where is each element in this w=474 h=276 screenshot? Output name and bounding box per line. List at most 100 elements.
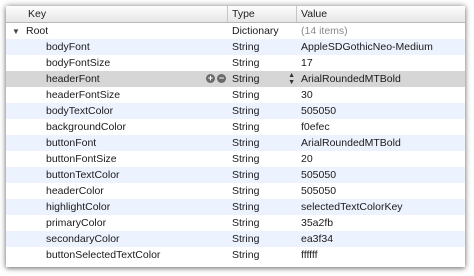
key-cell[interactable]: highlightColor — [6, 199, 228, 215]
key-cell[interactable]: headerFont + − — [6, 71, 228, 87]
value-cell[interactable]: ffffff — [297, 247, 465, 263]
value-cell[interactable]: ArialRoundedMTBold — [297, 71, 465, 87]
value-cell[interactable]: 505050 — [297, 183, 465, 199]
type-cell[interactable]: String ▲ ▼ — [228, 71, 297, 87]
key-label: buttonFont — [46, 137, 97, 149]
type-label: String — [232, 185, 260, 197]
column-header-key[interactable]: Key — [6, 6, 228, 22]
row-actions: + − — [206, 74, 226, 83]
type-label: String — [232, 169, 260, 181]
type-label: String — [232, 217, 260, 229]
key-label: headerColor — [46, 185, 104, 197]
key-cell[interactable]: headerColor — [6, 183, 228, 199]
key-label: bodyTextColor — [46, 105, 114, 117]
value-cell[interactable]: f0efec — [297, 119, 465, 135]
key-cell[interactable]: secondaryColor — [6, 231, 228, 247]
type-cell[interactable]: String — [228, 103, 297, 119]
plist-row[interactable]: bodyFontSize String 17 — [6, 55, 465, 71]
key-label: buttonTextColor — [46, 169, 120, 181]
type-cell[interactable]: String — [228, 183, 297, 199]
value-cell[interactable]: ea3f34 — [297, 231, 465, 247]
key-label: buttonFontSize — [46, 153, 117, 165]
value-cell[interactable]: 30 — [297, 87, 465, 103]
key-cell[interactable]: bodyFont — [6, 39, 228, 55]
column-header-type[interactable]: Type — [228, 6, 297, 22]
type-label: String — [232, 233, 260, 245]
type-cell[interactable]: String — [228, 231, 297, 247]
type-cell[interactable]: String — [228, 215, 297, 231]
type-label: String — [232, 89, 260, 101]
plist-row-root[interactable]: ▼ Root Dictionary (14 items) — [6, 23, 465, 39]
type-cell[interactable]: String — [228, 151, 297, 167]
disclosure-triangle-icon[interactable]: ▼ — [12, 24, 22, 40]
remove-row-icon[interactable]: − — [217, 74, 226, 83]
value-cell[interactable]: selectedTextColorKey — [297, 199, 465, 215]
key-cell[interactable]: bodyFontSize — [6, 55, 228, 71]
key-label: secondaryColor — [46, 233, 120, 245]
plist-rows: ▼ Root Dictionary (14 items) bodyFont String A… — [6, 23, 465, 263]
type-label: String — [232, 57, 260, 69]
plist-row[interactable]: bodyTextColor String 505050 — [6, 103, 465, 119]
plist-row[interactable]: primaryColor String 35a2fb — [6, 215, 465, 231]
type-cell[interactable]: String — [228, 87, 297, 103]
key-cell[interactable]: bodyTextColor — [6, 103, 228, 119]
key-label: bodyFont — [46, 41, 90, 53]
key-label: headerFontSize — [46, 89, 121, 101]
plist-row[interactable]: highlightColor String selectedTextColorKey — [6, 199, 465, 215]
type-label: String — [232, 41, 260, 53]
key-cell[interactable]: buttonFont — [6, 135, 228, 151]
key-label: Root — [26, 24, 49, 37]
plist-row[interactable]: backgroundColor String f0efec — [6, 119, 465, 135]
value-cell[interactable]: (14 items) — [297, 23, 465, 39]
key-label: highlightColor — [46, 201, 111, 213]
type-label: String — [232, 121, 260, 133]
key-cell[interactable]: primaryColor — [6, 215, 228, 231]
plist-editor: Key Type Value ▼ Root Dictionary (14 items)… — [6, 6, 465, 267]
type-cell[interactable]: String — [228, 247, 297, 263]
type-label: String — [232, 249, 260, 261]
type-label: String — [232, 105, 260, 117]
plist-row[interactable]: secondaryColor String ea3f34 — [6, 231, 465, 247]
value-cell[interactable]: ArialRoundedMTBold — [297, 135, 465, 151]
key-cell[interactable]: buttonFontSize — [6, 151, 228, 167]
value-cell[interactable]: 20 — [297, 151, 465, 167]
key-label: buttonSelectedTextColor — [46, 249, 161, 261]
plist-row[interactable]: headerColor String 505050 — [6, 183, 465, 199]
key-label: bodyFontSize — [46, 57, 111, 69]
column-header: Key Type Value — [6, 6, 465, 23]
key-label: primaryColor — [46, 217, 107, 229]
type-stepper-icon[interactable]: ▲ ▼ — [288, 72, 295, 86]
key-cell[interactable]: headerFontSize — [6, 87, 228, 103]
type-label: String — [232, 201, 260, 213]
key-label: headerFont — [46, 73, 100, 85]
value-cell[interactable]: 505050 — [297, 167, 465, 183]
value-cell[interactable]: AppleSDGothicNeo-Medium — [297, 39, 465, 55]
key-cell[interactable]: buttonSelectedTextColor — [6, 247, 228, 263]
type-cell[interactable]: String — [228, 119, 297, 135]
type-label: String — [232, 137, 260, 149]
plist-row[interactable]: buttonFontSize String 20 — [6, 151, 465, 167]
type-cell[interactable]: Dictionary — [228, 23, 297, 39]
plist-row[interactable]: buttonTextColor String 505050 — [6, 167, 465, 183]
type-cell[interactable]: String — [228, 135, 297, 151]
column-header-value[interactable]: Value — [297, 6, 465, 22]
value-cell[interactable]: 17 — [297, 55, 465, 71]
add-row-icon[interactable]: + — [206, 74, 215, 83]
value-cell[interactable]: 505050 — [297, 103, 465, 119]
value-cell[interactable]: 35a2fb — [297, 215, 465, 231]
key-label: backgroundColor — [46, 121, 126, 133]
key-cell[interactable]: buttonTextColor — [6, 167, 228, 183]
plist-row[interactable]: bodyFont String AppleSDGothicNeo-Medium — [6, 39, 465, 55]
type-cell[interactable]: String — [228, 199, 297, 215]
type-cell[interactable]: String — [228, 55, 297, 71]
plist-row[interactable]: buttonFont String ArialRoundedMTBold — [6, 135, 465, 151]
plist-row[interactable]: headerFont + − String ▲ ▼ ArialRoundedMTBold — [6, 71, 465, 87]
type-cell[interactable]: String — [228, 39, 297, 55]
plist-row[interactable]: buttonSelectedTextColor String ffffff — [6, 247, 465, 263]
plist-row[interactable]: headerFontSize String 30 — [6, 87, 465, 103]
key-cell[interactable]: backgroundColor — [6, 119, 228, 135]
type-label: String — [232, 153, 260, 165]
key-cell[interactable]: ▼ Root — [6, 23, 228, 40]
type-label: Dictionary — [232, 25, 279, 37]
type-cell[interactable]: String — [228, 167, 297, 183]
